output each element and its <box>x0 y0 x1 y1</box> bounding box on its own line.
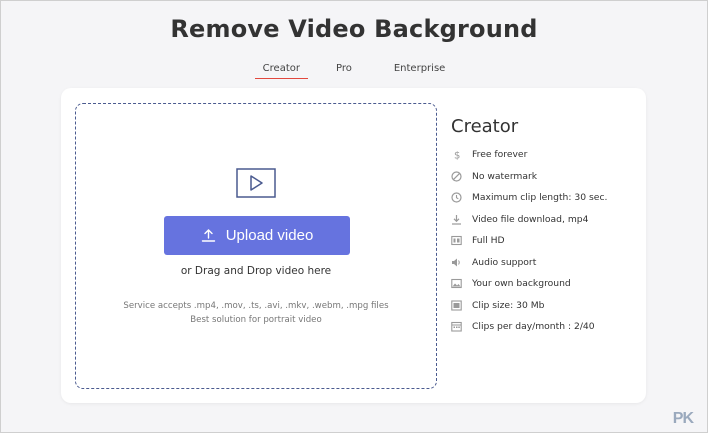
feature-item: Clips per day/month : 2/40 <box>451 316 641 338</box>
hd-icon <box>451 235 462 246</box>
file-size-icon <box>451 300 462 311</box>
feature-item: Video file download, mp4 <box>451 209 641 231</box>
calendar-icon <box>451 321 462 332</box>
download-icon <box>451 214 462 225</box>
feature-item: Maximum clip length: 30 sec. <box>451 187 641 209</box>
plan-title: Creator <box>451 116 519 137</box>
drop-zone[interactable]: Upload video or Drag and Drop video here… <box>75 103 437 389</box>
feature-label: Clips per day/month : 2/40 <box>472 321 595 333</box>
clock-icon <box>451 192 462 203</box>
feature-label: Full HD <box>472 235 505 247</box>
video-play-icon <box>236 168 276 198</box>
tab-creator[interactable]: Creator <box>254 63 309 79</box>
feature-item: $ Free forever <box>451 144 641 166</box>
svg-text:$: $ <box>454 151 460 161</box>
accepted-formats-line: Service accepts .mp4, .mov, .ts, .avi, .… <box>123 301 389 311</box>
plan-features: Creator $ Free forever No watermark Maxi… <box>451 116 641 338</box>
page-title: Remove Video Background <box>170 15 538 43</box>
feature-item: Audio support <box>451 252 641 274</box>
feature-label: Maximum clip length: 30 sec. <box>472 192 608 204</box>
drag-drop-hint: or Drag and Drop video here <box>180 265 332 277</box>
plan-tabs: Creator Pro Enterprise <box>1 63 707 79</box>
feature-item: Full HD <box>451 230 641 252</box>
tab-pro[interactable]: Pro <box>332 63 356 79</box>
feature-label: No watermark <box>472 170 538 182</box>
upload-video-button[interactable]: Upload video <box>164 216 350 255</box>
accepted-formats: Service accepts .mp4, .mov, .ts, .avi, .… <box>76 299 436 327</box>
feature-item: No watermark <box>451 166 641 188</box>
upload-card: Upload video or Drag and Drop video here… <box>61 88 646 403</box>
feature-item: Clip size: 30 Mb <box>451 295 641 317</box>
image-icon <box>451 278 462 289</box>
no-watermark-icon <box>451 171 462 182</box>
feature-label: Free forever <box>472 149 528 161</box>
watermark-logo: PK <box>672 410 694 427</box>
feature-label: Your own background <box>472 278 571 290</box>
feature-label: Audio support <box>472 256 537 268</box>
feature-label: Video file download, mp4 <box>472 213 589 225</box>
upload-button-label: Upload video <box>225 227 314 244</box>
portrait-hint-line: Best solution for portrait video <box>190 315 322 325</box>
upload-icon <box>201 229 215 242</box>
audio-icon <box>451 257 462 268</box>
tab-enterprise[interactable]: Enterprise <box>390 63 449 79</box>
feature-label: Clip size: 30 Mb <box>472 299 545 311</box>
dollar-icon: $ <box>451 149 462 161</box>
feature-item: Your own background <box>451 273 641 295</box>
